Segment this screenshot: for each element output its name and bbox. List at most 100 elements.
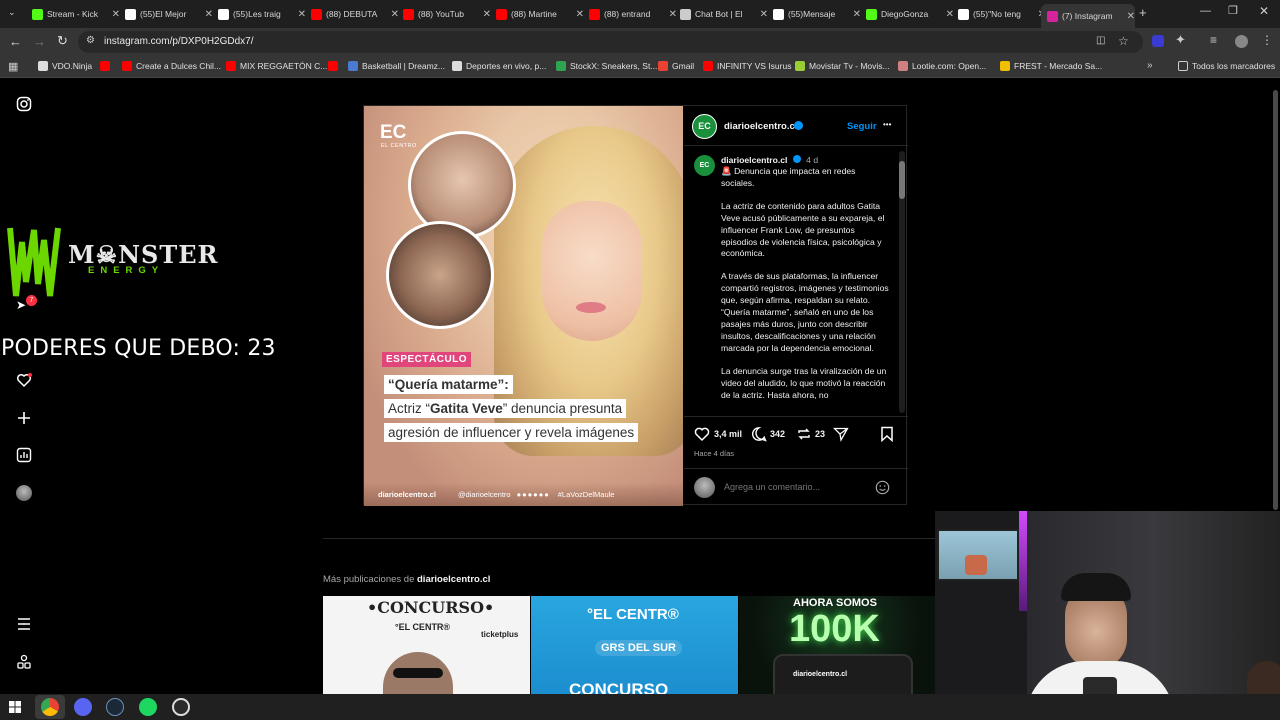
tab-close-icon[interactable]: ✕	[391, 9, 399, 20]
bookmark-item[interactable]: Gmail	[658, 61, 694, 71]
notifications-heart-icon[interactable]	[16, 372, 32, 388]
more-post-thumb[interactable]: °EL CENTR® GRS DEL SUR CONCURSO	[531, 596, 738, 694]
chrome-icon[interactable]	[41, 698, 59, 716]
bookmark-item[interactable]: INFINITY VS Isurus	[703, 61, 791, 71]
back-icon[interactable]: ←	[9, 34, 22, 49]
more-menu-icon[interactable]	[16, 616, 32, 632]
caption-scrollbar[interactable]	[899, 151, 905, 413]
discord-icon[interactable]	[74, 698, 92, 716]
bookmark-label: Gmail	[672, 61, 695, 71]
extension-icon[interactable]	[1152, 35, 1164, 47]
minimize-button[interactable]: —	[1200, 5, 1211, 17]
more-post-thumb[interactable]: •CONCURSO• °EL CENTR® ticketplus	[323, 596, 530, 694]
likes-count[interactable]: 3,4 mil	[714, 429, 742, 439]
obs-icon[interactable]	[172, 698, 190, 716]
browser-tab[interactable]: Stream - Kick ✕	[32, 4, 120, 24]
install-app-icon[interactable]: ◫	[1096, 35, 1105, 46]
repost-icon[interactable]	[796, 426, 812, 442]
save-bookmark-icon[interactable]	[880, 426, 894, 442]
bookmark-item[interactable]: StockX: Sneakers, St...	[556, 61, 657, 71]
browser-tab[interactable]: (88) entrand ✕	[589, 4, 677, 24]
emoji-icon[interactable]	[875, 480, 890, 495]
post-image[interactable]: EC EL CENTRO ESPECTÁCULO “Quería matarme…	[364, 106, 683, 506]
tab-close-icon[interactable]: ✕	[483, 9, 491, 20]
tiktok-icon	[958, 8, 969, 20]
follow-button[interactable]: Seguir	[847, 121, 877, 132]
bookmark-item[interactable]: Deportes en vivo, p...	[452, 61, 546, 71]
puzzle-icon[interactable]: ✦	[1175, 32, 1186, 48]
tab-close-icon[interactable]: ✕	[298, 9, 306, 20]
browser-tab[interactable]: (55)Mensaje ✕	[773, 4, 861, 24]
close-window-button[interactable]: ✕	[1259, 4, 1269, 18]
browser-tab[interactable]: (55)"No teng✕	[958, 4, 1046, 24]
browser-tab[interactable]: (88) Martine ✕	[496, 4, 584, 24]
post-time[interactable]: Hace 4 días	[694, 449, 734, 458]
tab-close-icon[interactable]: ✕	[669, 9, 677, 20]
bookmark-item[interactable]	[328, 61, 342, 71]
dashboard-icon[interactable]	[16, 447, 32, 463]
share-send-icon[interactable]	[833, 426, 849, 442]
tab-close-icon[interactable]: ✕	[112, 9, 120, 20]
steam-icon[interactable]	[106, 698, 124, 716]
reload-icon[interactable]: ↻	[57, 33, 68, 49]
bookmarks-overflow-icon[interactable]: »	[1147, 60, 1153, 71]
post-options-icon[interactable]: •••	[883, 120, 891, 129]
browser-tab[interactable]: (55)El Mejor ✕	[125, 4, 213, 24]
browser-tab-strip: ⌄ Stream - Kick ✕ (55)El Mejor ✕ (55)Les tra…	[0, 0, 1280, 28]
maximize-button[interactable]: ❐	[1228, 4, 1238, 17]
account-avatar[interactable]: EC	[692, 114, 717, 139]
bookmark-item[interactable]: Movistar Tv - Movis...	[795, 61, 890, 71]
menu-icon[interactable]: ⋮	[1261, 33, 1273, 47]
profile-avatar-nav[interactable]	[16, 485, 32, 501]
browser-tab[interactable]: (88) DEBUTA ✕	[311, 4, 399, 24]
caption-scroll-thumb[interactable]	[899, 161, 905, 199]
comment-input[interactable]	[724, 480, 874, 494]
tab-close-icon[interactable]: ✕	[760, 9, 768, 20]
bookmark-item[interactable]: Basketball | Dreamz...	[348, 61, 445, 71]
new-tab-button[interactable]: +	[1139, 5, 1147, 20]
tab-close-icon[interactable]: ✕	[853, 9, 861, 20]
tab-close-icon[interactable]: ✕	[946, 9, 954, 20]
like-heart-icon[interactable]	[694, 426, 710, 442]
spotify-icon[interactable]	[139, 698, 157, 716]
comment-icon[interactable]	[751, 426, 767, 442]
more-post-thumb[interactable]: AHORA SOMOS 100K diarioelcentro.cl	[739, 596, 935, 694]
tab-close-icon[interactable]: ✕	[576, 9, 584, 20]
caption-account[interactable]: diarioelcentro.cl	[721, 155, 787, 165]
comments-count[interactable]: 342	[770, 429, 785, 439]
headline-line-3: agresión de influencer y revela imágenes	[384, 423, 639, 442]
also-from-meta-icon[interactable]	[16, 654, 32, 670]
browser-tab[interactable]: Chat Bot | El ✕	[680, 4, 768, 24]
bookmark-item[interactable]	[100, 61, 114, 71]
messages-icon[interactable]: ➤	[16, 298, 26, 312]
tab-search-icon[interactable]: ⌄	[8, 7, 16, 18]
more-posts-account[interactable]: diarioelcentro.cl	[417, 574, 490, 585]
profile-avatar[interactable]	[1235, 35, 1248, 48]
windows-start-icon[interactable]	[9, 701, 21, 713]
media-controls-icon[interactable]: ≡	[1210, 33, 1217, 47]
create-plus-icon[interactable]	[16, 410, 32, 426]
browser-tab[interactable]: (55)Les traig ✕	[218, 4, 306, 24]
bookmark-item[interactable]: VDO.Ninja	[38, 61, 92, 71]
reposts-count[interactable]: 23	[815, 429, 825, 439]
browser-tab[interactable]: (88) YouTub ✕	[403, 4, 491, 24]
site-info-icon[interactable]: ⚙	[86, 35, 95, 46]
all-bookmarks[interactable]: Todos los marcadores	[1178, 61, 1275, 71]
browser-tab[interactable]: (7) Instagram ✕	[1041, 4, 1135, 28]
browser-tab[interactable]: DiegoGonza ✕	[866, 4, 954, 24]
tab-close-icon[interactable]: ✕	[1127, 11, 1135, 22]
bookmark-item[interactable]: Lootie.com: Open...	[898, 61, 986, 71]
instagram-logo-icon[interactable]	[16, 96, 32, 112]
bookmark-item[interactable]: MIX REGGAETÓN C...	[226, 61, 327, 71]
bookmark-item[interactable]: Create a Dulces Chil...	[122, 61, 221, 71]
bookmark-item[interactable]: FREST - Mercado Sa...	[1000, 61, 1102, 71]
url-text[interactable]: instagram.com/p/DXP0H2GDdx7/	[104, 36, 254, 47]
bookmark-star-icon[interactable]: ☆	[1118, 34, 1129, 48]
apps-grid-icon[interactable]: ▦	[8, 60, 18, 73]
omnibox[interactable]: ⚙ instagram.com/p/DXP0H2GDdx7/ ◫ ☆	[78, 31, 1143, 53]
tab-close-icon[interactable]: ✕	[205, 9, 213, 20]
caption-avatar[interactable]: EC	[694, 155, 715, 176]
account-name[interactable]: diarioelcentro.cl	[724, 121, 797, 132]
page-scroll-thumb[interactable]	[1272, 90, 1278, 510]
forward-icon[interactable]: →	[33, 34, 46, 49]
